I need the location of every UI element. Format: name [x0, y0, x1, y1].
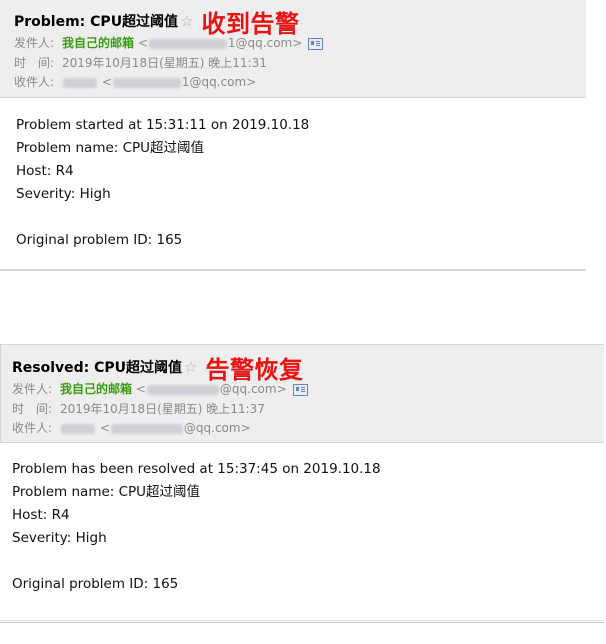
contact-card-icon[interactable] — [292, 383, 308, 396]
time-label: 时 间: — [12, 401, 53, 416]
body-line — [16, 206, 586, 229]
to-row: 收件人: < @qq.com> — [12, 419, 604, 439]
time-value: 2019年10月18日(星期五) 晚上11:37 — [60, 401, 265, 416]
body-line: Severity: High — [12, 530, 107, 546]
to-email-suffix[interactable]: 1@qq.com> — [182, 75, 256, 89]
to-row: 收件人: <1@qq.com> — [14, 73, 586, 93]
body-line: Problem started at 15:31:11 on 2019.10.1… — [16, 117, 310, 133]
email-resolved: Resolved: CPU超过阈值 ☆ 告警恢复 发件人: 我自己的邮箱 < @qq… — [0, 344, 604, 644]
to-label: 收件人: — [12, 421, 53, 435]
email-subject: Resolved: CPU超过阈值 — [12, 360, 183, 376]
time-value: 2019年10月18日(星期五) 晚上11:31 — [62, 55, 267, 70]
body-line: Problem name: CPU超过阈值 — [16, 140, 205, 156]
body-line: Original problem ID: 165 — [12, 576, 179, 592]
from-row: 发件人: 我自己的邮箱 <1@qq.com> — [14, 34, 586, 54]
redacted-email-blur — [110, 423, 183, 434]
time-row: 时 间: 2019年10月18日(星期五) 晚上11:31 — [14, 54, 586, 74]
star-icon[interactable]: ☆ — [184, 358, 197, 376]
from-email-open: < — [137, 36, 148, 50]
body-line: Severity: High — [16, 186, 111, 202]
from-row: 发件人: 我自己的邮箱 < @qq.com> — [12, 380, 604, 400]
contact-card-icon[interactable] — [308, 37, 324, 50]
email-body: Problem started at 15:31:11 on 2019.10.1… — [0, 98, 586, 271]
to-label: 收件人: — [14, 75, 55, 89]
sender-name[interactable]: 我自己的邮箱 — [60, 382, 132, 396]
email-header: Resolved: CPU超过阈值 ☆ 告警恢复 发件人: 我自己的邮箱 < @qq… — [0, 344, 604, 443]
email-header: Problem: CPU超过阈值 ☆ 收到告警 发件人: 我自己的邮箱 <1@qq… — [0, 0, 586, 98]
body-line: Problem has been resolved at 15:37:45 on… — [12, 461, 381, 477]
from-email-suffix[interactable]: @qq.com> — [220, 382, 287, 396]
subject-line: Problem: CPU超过阈值 ☆ 收到告警 — [14, 8, 586, 38]
from-email-suffix[interactable]: 1@qq.com> — [228, 36, 302, 50]
body-line: Host: R4 — [16, 163, 74, 179]
from-label: 发件人: — [12, 382, 53, 396]
email-problem: Problem: CPU超过阈值 ☆ 收到告警 发件人: 我自己的邮箱 <1@qq… — [0, 0, 586, 277]
to-email-suffix[interactable]: @qq.com> — [184, 421, 251, 435]
from-label: 发件人: — [14, 36, 55, 50]
sender-name[interactable]: 我自己的邮箱 — [62, 36, 134, 50]
time-row: 时 间: 2019年10月18日(星期五) 晚上11:37 — [12, 400, 604, 420]
redacted-name-blur — [61, 423, 95, 434]
from-email-open: < — [135, 382, 146, 396]
redacted-email-blur — [148, 38, 227, 49]
body-line: Original problem ID: 165 — [16, 232, 183, 248]
email-subject: Problem: CPU超过阈值 — [14, 14, 179, 30]
to-email-open: < — [99, 421, 110, 435]
divider — [0, 620, 604, 621]
redacted-email-blur — [146, 384, 219, 395]
subject-line: Resolved: CPU超过阈值 ☆ 告警恢复 — [12, 354, 604, 384]
redacted-name-blur — [63, 77, 97, 88]
body-line: Problem name: CPU超过阈值 — [12, 484, 201, 500]
star-icon[interactable]: ☆ — [180, 12, 193, 30]
divider — [0, 622, 604, 623]
time-label: 时 间: — [14, 55, 55, 70]
body-line: Host: R4 — [12, 507, 70, 523]
email-body: Problem has been resolved at 15:37:45 on… — [0, 443, 604, 596]
redacted-email-blur — [112, 77, 181, 88]
body-line — [12, 550, 604, 573]
to-email-open: < — [101, 75, 112, 89]
